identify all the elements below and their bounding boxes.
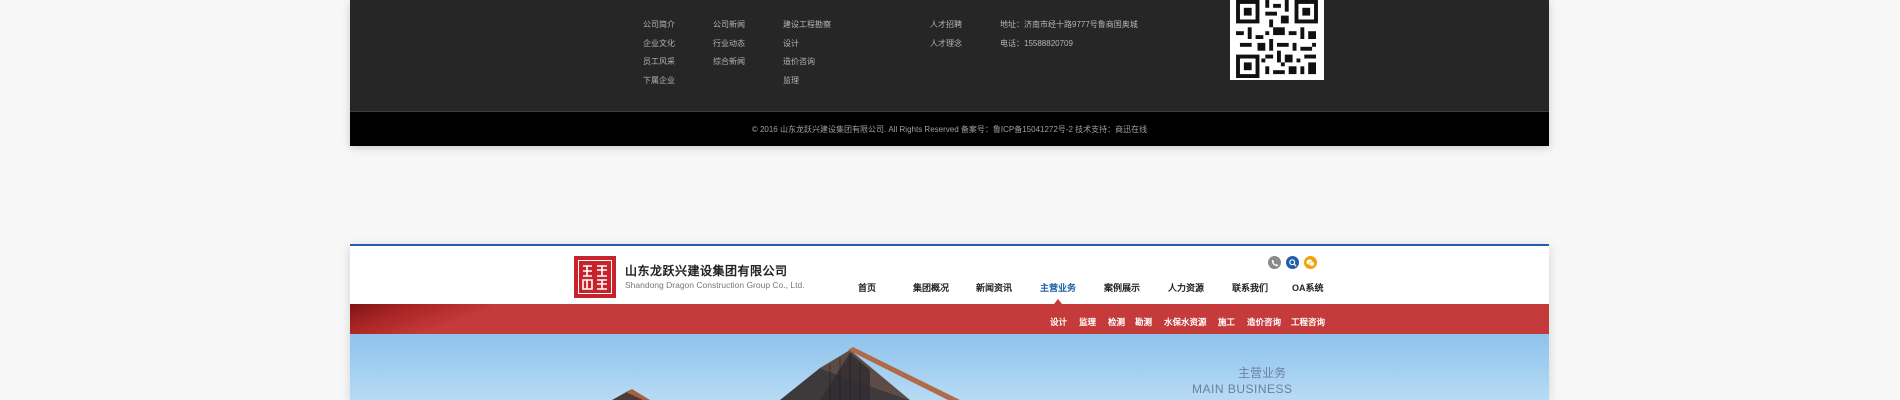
footer-link[interactable]: 员工风采 — [643, 53, 675, 72]
top-accent-line — [350, 244, 1549, 246]
subnav-engineering-consulting[interactable]: 工程咨询 — [1291, 316, 1325, 328]
footer-links-area: 公司简介 企业文化 员工风采 下属企业 公司新闻 行业动态 综合新闻 建设工程勘… — [350, 0, 1549, 112]
nav-group-overview[interactable]: 集团概况 — [913, 281, 949, 294]
subnav-bar: 设计 监理 检测 勘测 水保水资源 施工 造价咨询 工程咨询 — [350, 304, 1549, 334]
footer-link[interactable]: 行业动态 — [713, 35, 745, 54]
nav-cases[interactable]: 案例展示 — [1104, 281, 1140, 294]
company-logo[interactable] — [574, 256, 616, 298]
building-image — [612, 347, 960, 400]
qr-code-icon — [1234, 0, 1320, 78]
subnav-design[interactable]: 设计 — [1050, 316, 1067, 328]
phone-icon[interactable] — [1268, 256, 1281, 269]
footer-link[interactable]: 监理 — [783, 72, 831, 91]
nav-news[interactable]: 新闻资讯 — [976, 281, 1012, 294]
subnav-survey[interactable]: 勘测 — [1135, 316, 1152, 328]
copyright-text: © 2016 山东龙跃兴建设集团有限公司. All Rights Reserve… — [751, 125, 1148, 134]
wechat-icon[interactable] — [1304, 256, 1317, 269]
copyright-bar: © 2016 山东龙跃兴建设集团有限公司. All Rights Reserve… — [350, 112, 1549, 146]
site-header-preview: 山东龙跃兴建设集团有限公司 Shandong Dragon Constructi… — [350, 244, 1549, 400]
qr-code — [1230, 0, 1324, 80]
footer-phone: 电话：15588820709 — [1000, 38, 1073, 48]
nav-oa-system[interactable]: OA系统 — [1292, 281, 1324, 294]
footer-link[interactable]: 下属企业 — [643, 72, 675, 91]
footer-link[interactable]: 企业文化 — [643, 35, 675, 54]
footer-link[interactable]: 人才招聘 — [930, 16, 962, 35]
footer-column-news: 公司新闻 行业动态 综合新闻 — [713, 16, 745, 72]
hero-title-cn: 主营业务 — [1238, 366, 1287, 380]
footer-column-business: 建设工程勘察 设计 造价咨询 监理 — [783, 16, 831, 90]
subnav-cost-consulting[interactable]: 造价咨询 — [1247, 316, 1281, 328]
nav-contact[interactable]: 联系我们 — [1232, 281, 1268, 294]
subnav-supervision[interactable]: 监理 — [1079, 316, 1096, 328]
nav-home[interactable]: 首页 — [858, 281, 876, 294]
search-icon[interactable] — [1286, 256, 1299, 269]
subnav-testing[interactable]: 检测 — [1108, 316, 1125, 328]
footer-column-about: 公司简介 企业文化 员工风采 下属企业 — [643, 16, 675, 90]
footer-link[interactable]: 公司简介 — [643, 16, 675, 35]
footer-address: 地址：济南市经十路9777号鲁商国奥城 — [1000, 20, 1138, 29]
nav-main-business[interactable]: 主营业务 — [1040, 281, 1076, 294]
footer-column-contact: 地址：济南市经十路9777号鲁商国奥城 电话：15588820709 — [1000, 16, 1138, 53]
company-name-en: Shandong Dragon Construction Group Co., … — [625, 280, 805, 290]
footer-link[interactable]: 设计 — [783, 35, 831, 54]
subnav-water-resources[interactable]: 水保水资源 — [1164, 316, 1207, 328]
nav-human-resources[interactable]: 人力资源 — [1168, 281, 1204, 294]
footer-link[interactable]: 建设工程勘察 — [783, 16, 831, 35]
footer-column-hr: 人才招聘 人才理念 — [930, 16, 962, 53]
company-name-cn: 山东龙跃兴建设集团有限公司 — [625, 264, 788, 278]
subnav-construction[interactable]: 施工 — [1218, 316, 1235, 328]
decorative-swoosh — [350, 304, 490, 334]
footer-link[interactable]: 造价咨询 — [783, 53, 831, 72]
footer-link[interactable]: 公司新闻 — [713, 16, 745, 35]
hero-banner: 主营业务 MAIN BUSINESS — [350, 334, 1549, 400]
footer-link[interactable]: 人才理念 — [930, 35, 962, 54]
hero-title-en: MAIN BUSINESS — [1192, 382, 1293, 396]
footer-preview: 公司简介 企业文化 员工风采 下属企业 公司新闻 行业动态 综合新闻 建设工程勘… — [350, 0, 1549, 146]
footer-link[interactable]: 综合新闻 — [713, 53, 745, 72]
logo-seal-icon — [578, 260, 612, 294]
